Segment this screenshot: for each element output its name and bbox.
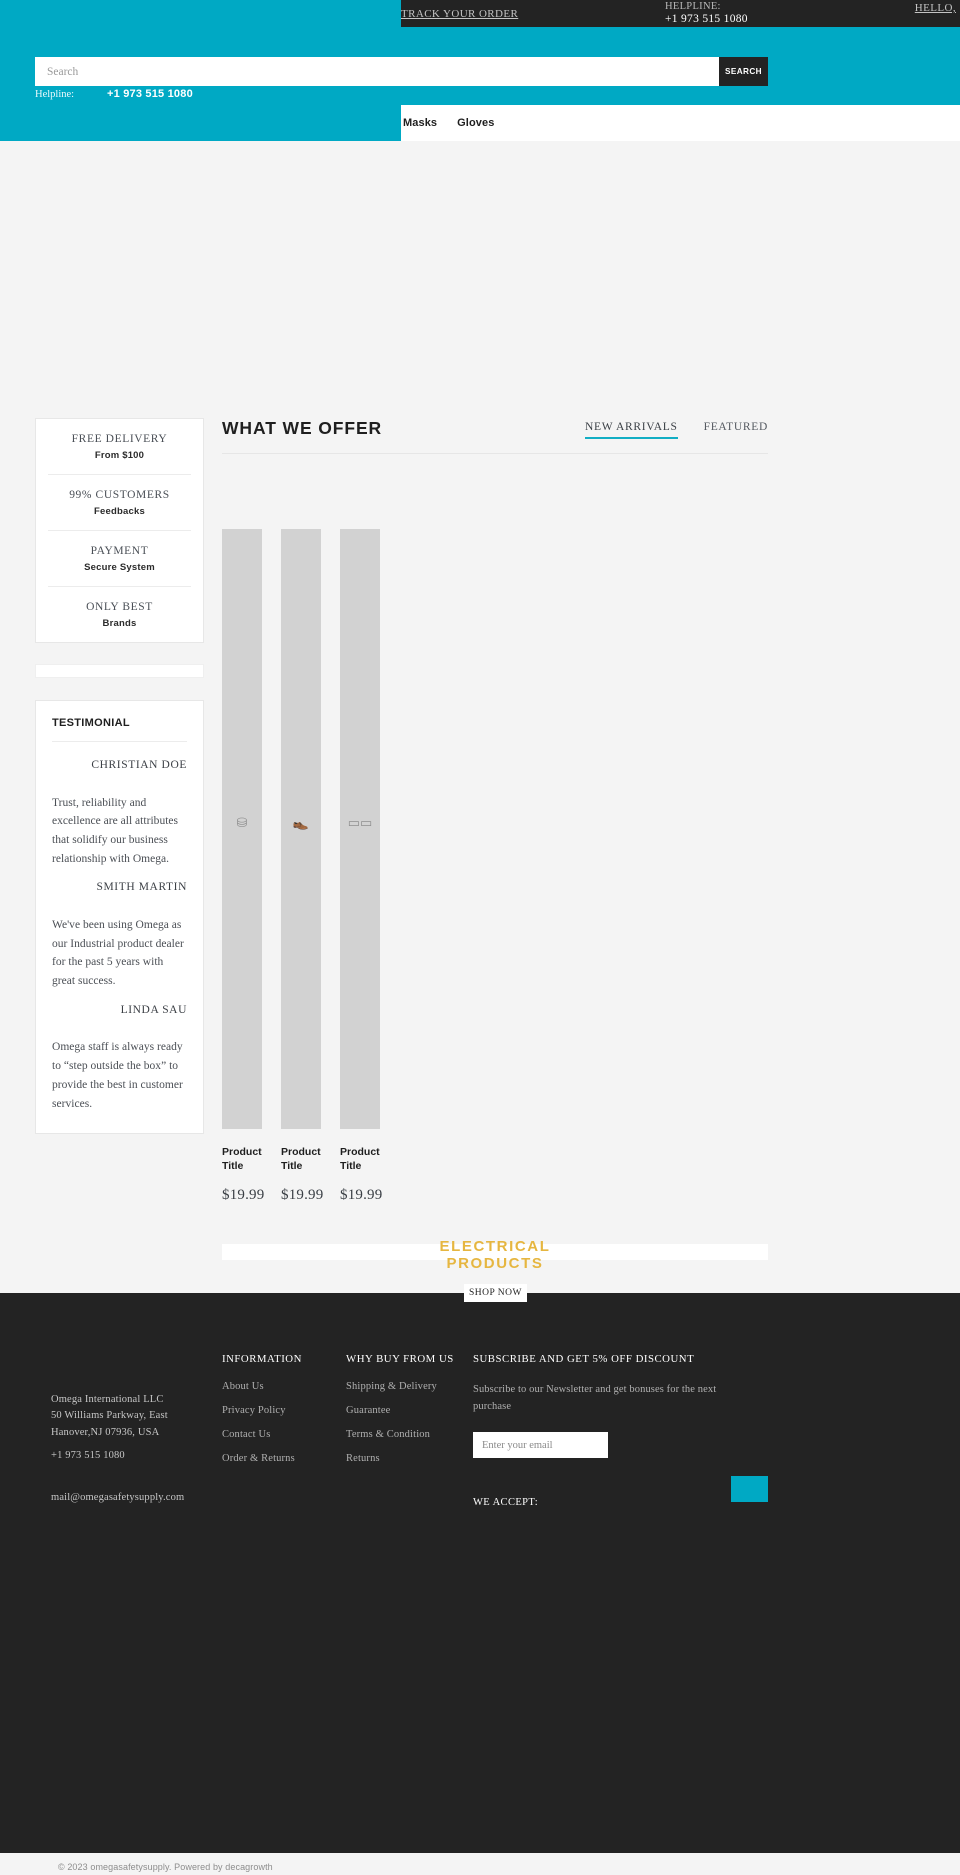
nav-item-gloves[interactable]: Gloves: [457, 117, 494, 129]
footer-phone[interactable]: +1 973 515 1080: [51, 1450, 125, 1461]
site-footer: Omega International LLC 50 Williams Parkw…: [0, 1293, 960, 1872]
product-price: $19.99: [222, 1186, 265, 1203]
product-image[interactable]: ▭▭: [340, 529, 380, 1129]
subscribe-heading: SUBSCRIBE AND GET 5% OFF DISCOUNT: [473, 1353, 695, 1365]
feature-item: PAYMENT Secure System: [48, 531, 191, 587]
product-grid: ⛁ Product Title $19.99 👞 Product Title $…: [222, 529, 383, 1204]
footer-column-subscribe: SUBSCRIBE AND GET 5% OFF DISCOUNT Subscr…: [473, 1353, 773, 1502]
testimonial-text: We've been using Omega as our Industrial…: [52, 918, 184, 988]
nav-item-masks[interactable]: Masks: [403, 117, 437, 129]
header-helpline-number[interactable]: +1 973 515 1080: [107, 88, 193, 100]
top-utility-bar: TRACK YOUR ORDER HELPLINE: +1 973 515 10…: [401, 0, 960, 27]
testimonial-author: SMITH MARTIN: [96, 881, 187, 894]
tab-featured[interactable]: FEATURED: [704, 421, 768, 439]
track-order-link[interactable]: TRACK YOUR ORDER: [401, 8, 518, 20]
subscribe-submit-button[interactable]: [731, 1476, 768, 1502]
bag-icon: ⛁: [236, 815, 248, 830]
main-navigation: Masks Gloves: [401, 105, 960, 141]
shoe-icon: 👞: [292, 815, 310, 830]
shop-now-button[interactable]: SHOP NOW: [464, 1284, 527, 1302]
testimonial-item: SMITH MARTIN We've been using Omega as o…: [52, 868, 187, 990]
subscribe-email-input[interactable]: [473, 1432, 608, 1458]
section-title: WHAT WE OFFER: [222, 418, 383, 438]
subscribe-form: [473, 1432, 773, 1458]
footer-link-returns[interactable]: Returns: [346, 1453, 454, 1464]
header-helpline-label: Helpline:: [35, 89, 75, 100]
footer-column-heading: INFORMATION: [222, 1353, 302, 1365]
feature-title: ONLY BEST: [86, 601, 153, 613]
topbar-helpline-label: HELPLINE:: [665, 1, 721, 12]
footer-link-order-returns[interactable]: Order & Returns: [222, 1453, 302, 1464]
feature-subtitle: Brands: [102, 618, 137, 629]
account-hello-link[interactable]: HELLO,: [915, 2, 956, 14]
topbar-helpline-number[interactable]: +1 973 515 1080: [665, 13, 748, 25]
testimonial-item: LINDA SAU Omega staff is always ready to…: [52, 991, 187, 1113]
promo-banner-text: ELECTRICAL PRODUCTS: [222, 1238, 768, 1273]
offer-tabs: NEW ARRIVALS FEATURED: [584, 421, 768, 439]
testimonial-author: LINDA SAU: [120, 1003, 187, 1016]
testimonial-author: CHRISTIAN DOE: [91, 759, 187, 771]
features-box: FREE DELIVERY From $100 99% CUSTOMERS Fe…: [35, 418, 204, 643]
sidebar-banner-placeholder: [35, 664, 204, 678]
testimonial-box: TESTIMONIAL CHRISTIAN DOE Trust, reliabi…: [35, 700, 204, 1135]
search-button[interactable]: SEARCH: [719, 57, 768, 86]
hero-banner: [0, 141, 960, 418]
product-title[interactable]: Product Title: [222, 1146, 262, 1174]
product-card[interactable]: 👞 Product Title $19.99: [281, 529, 324, 1204]
main-content: FREE DELIVERY From $100 99% CUSTOMERS Fe…: [0, 418, 960, 1305]
feature-subtitle: Secure System: [84, 562, 155, 573]
search-input[interactable]: [35, 57, 719, 86]
product-price: $19.99: [281, 1186, 324, 1203]
footer-link-about-us[interactable]: About Us: [222, 1381, 302, 1392]
feature-title: FREE DELIVERY: [71, 433, 168, 445]
testimonial-text: Trust, reliability and excellence are al…: [52, 796, 179, 865]
header-helpline: Helpline: +1 973 515 1080: [35, 88, 193, 100]
feature-item: ONLY BEST Brands: [48, 587, 191, 642]
feature-item: 99% CUSTOMERS Feedbacks: [48, 475, 191, 531]
footer-email[interactable]: mail@omegasafetysupply.com: [51, 1492, 184, 1503]
footer-column-why-buy: WHY BUY FROM US Shipping & Delivery Guar…: [346, 1353, 454, 1477]
goggles-icon: ▭▭: [347, 815, 373, 830]
product-card[interactable]: ▭▭ Product Title $19.99: [340, 529, 383, 1204]
feature-title: PAYMENT: [90, 545, 149, 557]
sidebar: FREE DELIVERY From $100 99% CUSTOMERS Fe…: [35, 418, 204, 1135]
footer-link-shipping-delivery[interactable]: Shipping & Delivery: [346, 1381, 454, 1392]
feature-item: FREE DELIVERY From $100: [48, 419, 191, 475]
footer-link-contact-us[interactable]: Contact Us: [222, 1429, 302, 1440]
we-accept-label: WE ACCEPT:: [473, 1497, 539, 1508]
feature-subtitle: From $100: [94, 450, 145, 461]
feature-title: 99% CUSTOMERS: [69, 489, 170, 501]
product-image[interactable]: ⛁: [222, 529, 262, 1129]
feature-subtitle: Feedbacks: [94, 506, 145, 517]
offer-header: WHAT WE OFFER NEW ARRIVALS FEATURED: [222, 418, 768, 454]
what-we-offer-section: WHAT WE OFFER NEW ARRIVALS FEATURED ⛁ Pr…: [222, 418, 922, 1203]
testimonial-text: Omega staff is always ready to “step out…: [52, 1041, 183, 1110]
promo-line-2: PRODUCTS: [446, 1255, 544, 1273]
product-title[interactable]: Product Title: [281, 1146, 321, 1174]
promo-line-1: ELECTRICAL: [439, 1238, 551, 1255]
subscribe-description: Subscribe to our Newsletter and get bonu…: [473, 1384, 717, 1412]
copyright-text: © 2023 omegasafetysupply. Powered by dec…: [58, 1862, 273, 1872]
product-card[interactable]: ⛁ Product Title $19.99: [222, 529, 265, 1204]
footer-link-privacy-policy[interactable]: Privacy Policy: [222, 1405, 302, 1416]
product-image[interactable]: 👞: [281, 529, 321, 1129]
footer-address: Omega International LLC 50 Williams Parkw…: [51, 1394, 168, 1438]
product-title[interactable]: Product Title: [340, 1146, 380, 1174]
footer-link-terms-condition[interactable]: Terms & Condition: [346, 1429, 454, 1440]
footer-link-guarantee[interactable]: Guarantee: [346, 1405, 454, 1416]
footer-column-heading: WHY BUY FROM US: [346, 1353, 454, 1365]
footer-column-information: INFORMATION About Us Privacy Policy Cont…: [222, 1353, 302, 1477]
topbar-helpline: HELPLINE: +1 973 515 1080: [665, 1, 748, 25]
search-bar: SEARCH: [35, 57, 768, 86]
testimonial-item: CHRISTIAN DOE Trust, reliability and exc…: [52, 746, 187, 868]
tab-new-arrivals[interactable]: NEW ARRIVALS: [584, 421, 678, 439]
product-price: $19.99: [340, 1186, 383, 1203]
testimonial-heading: TESTIMONIAL: [52, 717, 187, 742]
